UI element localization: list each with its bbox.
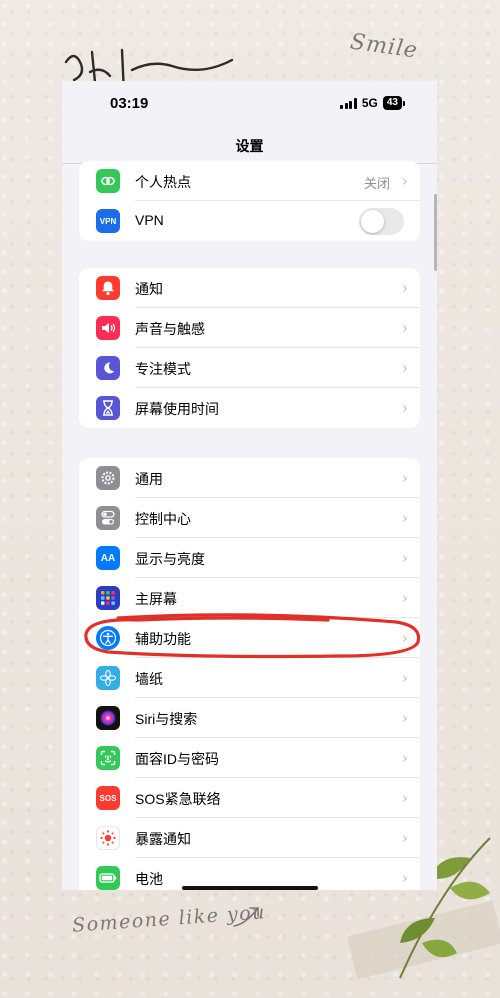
- chevron-right-icon: ›: [402, 279, 408, 297]
- gear-icon: [96, 466, 120, 490]
- moon-icon: [96, 356, 120, 380]
- settings-row-label: 控制中心: [135, 511, 191, 527]
- settings-row-label: 个人热点: [135, 174, 191, 190]
- status-time: 03:19: [110, 95, 149, 112]
- chevron-right-icon: ›: [402, 469, 408, 487]
- settings-row-label: 显示与亮度: [135, 551, 205, 567]
- settings-row-home-screen[interactable]: 主屏幕 ›: [79, 578, 420, 618]
- battery-tip: [403, 100, 405, 106]
- settings-row-vpn[interactable]: VPN VPN: [79, 201, 420, 241]
- settings-row-wallpaper[interactable]: 墙纸 ›: [79, 658, 420, 698]
- chevron-right-icon: ›: [402, 709, 408, 727]
- settings-row-label: 暴露通知: [135, 831, 191, 847]
- settings-row-label: 电池: [135, 871, 163, 887]
- settings-row-label: 声音与触感: [135, 321, 205, 337]
- settings-row-face-id[interactable]: 面容ID与密码 ›: [79, 738, 420, 778]
- settings-row-label: 主屏幕: [135, 591, 177, 607]
- settings-row-label: Siri与搜索: [135, 711, 198, 727]
- chevron-right-icon: ›: [402, 669, 408, 687]
- settings-row-notifications[interactable]: 通知 ›: [79, 268, 420, 308]
- settings-row-label: 屏幕使用时间: [135, 401, 219, 417]
- battery-indicator: 43: [382, 96, 405, 110]
- toggle-knob: [361, 210, 384, 233]
- settings-row-label: 通用: [135, 471, 163, 487]
- settings-group-connectivity: 个人热点 关闭 › VPN VPN: [79, 161, 420, 241]
- chevron-right-icon: ›: [402, 399, 408, 417]
- vpn-icon: VPN: [96, 209, 120, 233]
- sos-icon: SOS: [96, 786, 120, 810]
- battery-level: 43: [382, 96, 402, 110]
- settings-row-focus[interactable]: 专注模式 ›: [79, 348, 420, 388]
- settings-row-label: 通知: [135, 281, 163, 297]
- exposure-icon: [96, 826, 120, 850]
- chevron-right-icon: ›: [402, 789, 408, 807]
- settings-row-accessibility[interactable]: 辅助功能 ›: [79, 618, 420, 658]
- text-size-icon-label: AA: [100, 552, 116, 564]
- settings-row-label: 面容ID与密码: [135, 751, 219, 767]
- settings-row-sounds[interactable]: 声音与触感 ›: [79, 308, 420, 348]
- accessibility-icon: [96, 626, 120, 650]
- chevron-right-icon: ›: [402, 549, 408, 567]
- chevron-right-icon: ›: [402, 829, 408, 847]
- chevron-right-icon: ›: [402, 749, 408, 767]
- flower-icon: [96, 666, 120, 690]
- siri-icon: [96, 706, 120, 730]
- chevron-right-icon: ›: [402, 172, 408, 190]
- settings-group-general: 通用 › 控制中心 › AA 显示与亮度 › 主屏幕 › 辅助功能 › 墙纸 ›…: [79, 458, 420, 890]
- settings-screen: 03:19 5G 43 设置 个人热点 关闭 › VPN VPN 通知 › 声音…: [62, 81, 437, 890]
- face-id-icon: [96, 746, 120, 770]
- hotspot-icon: [96, 169, 120, 193]
- settings-row-general[interactable]: 通用 ›: [79, 458, 420, 498]
- chevron-right-icon: ›: [402, 319, 408, 337]
- settings-row-exposure[interactable]: 暴露通知 ›: [79, 818, 420, 858]
- chevron-right-icon: ›: [402, 589, 408, 607]
- signal-icon: [340, 97, 357, 109]
- settings-row-sos[interactable]: SOS SOS紧急联络 ›: [79, 778, 420, 818]
- network-type: 5G: [361, 96, 378, 110]
- settings-row-screen-time[interactable]: 屏幕使用时间 ›: [79, 388, 420, 428]
- settings-row-label: SOS紧急联络: [135, 791, 221, 807]
- settings-row-label: 专注模式: [135, 361, 191, 377]
- arrow-doodle-icon: [233, 907, 259, 927]
- bell-icon: [96, 276, 120, 300]
- vpn-toggle[interactable]: [359, 208, 404, 235]
- page-title: 设置: [235, 138, 264, 154]
- text-size-icon: AA: [96, 546, 120, 570]
- settings-group-notifications: 通知 › 声音与触感 › 专注模式 › 屏幕使用时间 ›: [79, 268, 420, 428]
- chevron-right-icon: ›: [402, 509, 408, 527]
- toggles-icon: [96, 506, 120, 530]
- status-bar: 03:19 5G 43: [62, 81, 437, 127]
- chevron-right-icon: ›: [402, 629, 408, 647]
- battery-icon: [96, 866, 120, 890]
- vpn-icon-label: VPN: [99, 216, 117, 226]
- scrollbar-thumb[interactable]: [434, 194, 437, 271]
- sos-icon-label: SOS: [99, 793, 117, 803]
- settings-row-label: 辅助功能: [135, 631, 191, 647]
- chevron-right-icon: ›: [402, 359, 408, 377]
- settings-row-label: VPN: [135, 212, 164, 228]
- chevron-right-icon: ›: [402, 869, 408, 887]
- settings-row-value: 关闭: [363, 176, 390, 191]
- settings-row-label: 墙纸: [135, 671, 163, 687]
- home-grid-icon: [96, 586, 120, 610]
- settings-row-display[interactable]: AA 显示与亮度 ›: [79, 538, 420, 578]
- status-indicators: 5G 43: [340, 96, 405, 110]
- settings-row-siri[interactable]: Siri与搜索 ›: [79, 698, 420, 738]
- settings-row-control-center[interactable]: 控制中心 ›: [79, 498, 420, 538]
- hourglass-icon: [96, 396, 120, 420]
- home-indicator[interactable]: [182, 886, 318, 890]
- settings-row-hotspot[interactable]: 个人热点 关闭 ›: [79, 161, 420, 201]
- speaker-icon: [96, 316, 120, 340]
